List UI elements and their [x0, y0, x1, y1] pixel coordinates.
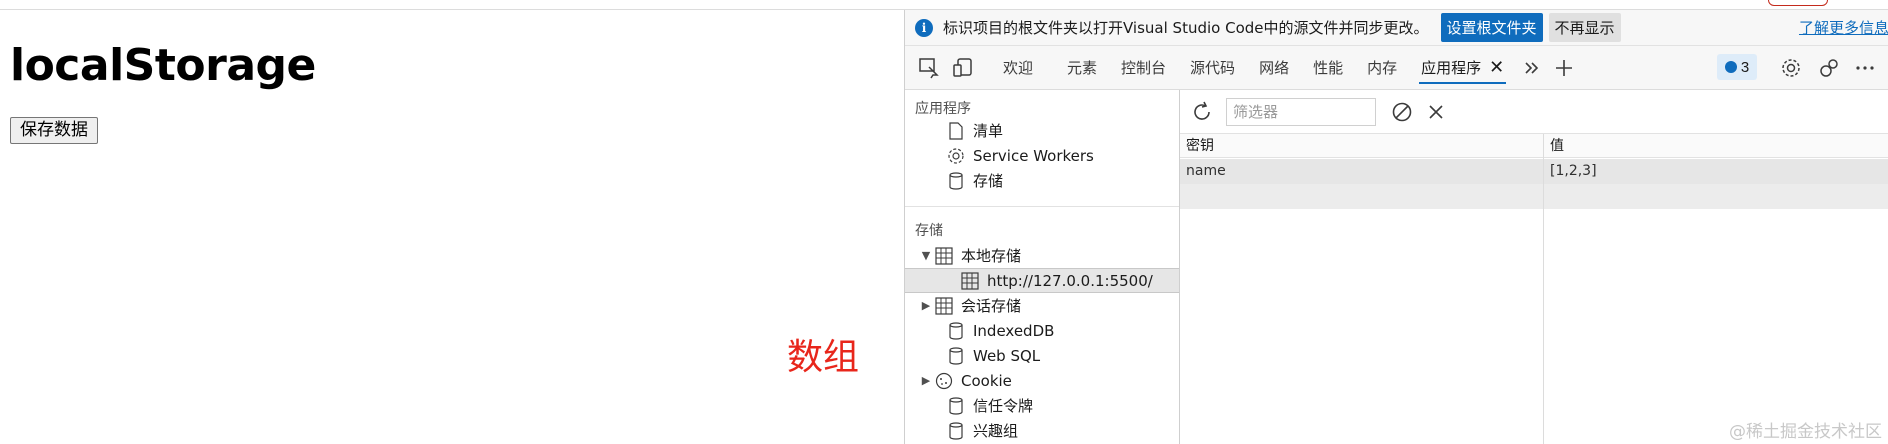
issues-badge[interactable]: 3: [1717, 54, 1757, 80]
refresh-icon[interactable]: [1190, 100, 1214, 124]
database-icon: [945, 321, 967, 341]
sidebar-item-label: 会话存储: [961, 297, 1022, 315]
table-icon: [933, 296, 955, 316]
sidebar-divider: [905, 206, 1179, 207]
sidebar-item-label: 清单: [973, 122, 1004, 140]
sidebar-item-label: Web SQL: [973, 346, 1041, 365]
close-tab-icon[interactable]: ✕: [1489, 57, 1504, 78]
dont-show-again-button[interactable]: 不再显示: [1548, 13, 1621, 42]
sidebar-item-trust-tokens[interactable]: 信任令牌: [905, 393, 1179, 418]
tab-network[interactable]: 网络: [1247, 46, 1301, 90]
collapsed-triangle-icon[interactable]: ▶: [919, 374, 933, 387]
storage-panel: 筛选器 密钥 值 name [1,2,3]: [1180, 90, 1888, 444]
infobar: i 标识项目的根文件夹以打开Visual Studio Code中的源文件并同步…: [905, 10, 1888, 46]
database-icon: [945, 346, 967, 366]
column-divider[interactable]: [1543, 134, 1544, 444]
tab-application-label: 应用程序: [1421, 59, 1482, 77]
table-row[interactable]: name [1,2,3]: [1180, 159, 1888, 184]
table-row-empty[interactable]: [1180, 184, 1888, 209]
save-data-button[interactable]: 保存数据: [10, 117, 98, 144]
browser-top-button[interactable]: [1768, 0, 1828, 6]
add-tab-icon[interactable]: [1550, 54, 1578, 82]
info-icon: i: [915, 18, 933, 37]
file-icon: [945, 121, 967, 141]
database-icon: [945, 421, 967, 441]
table-cell-value[interactable]: [1,2,3]: [1544, 159, 1888, 184]
sidebar-item-label: 本地存储: [961, 247, 1022, 265]
sidebar-item-label: http://127.0.0.1:5500/: [987, 271, 1153, 290]
issues-icon: [1724, 61, 1737, 73]
page-title: localStorage: [10, 40, 316, 91]
tab-memory[interactable]: 内存: [1355, 46, 1409, 90]
learn-more-link[interactable]: 了解更多信息: [1799, 17, 1888, 38]
sidebar-item-label: IndexedDB: [973, 321, 1055, 340]
storage-toolbar: 筛选器: [1180, 90, 1888, 134]
storage-table: 密钥 值 name [1,2,3]: [1180, 134, 1888, 444]
database-icon: [945, 171, 967, 191]
customize-icon[interactable]: [1815, 54, 1843, 82]
sidebar-item-local-storage[interactable]: ▼ 本地存储: [905, 243, 1179, 268]
sidebar-item-label: Cookie: [961, 371, 1012, 390]
sidebar-item-interest-groups[interactable]: 兴趣组: [905, 418, 1179, 443]
sidebar-item-indexeddb[interactable]: IndexedDB: [905, 318, 1179, 343]
sidebar-item-cookie[interactable]: ▶ Cookie: [905, 368, 1179, 393]
annotation-label: 数组: [787, 337, 860, 378]
gear-icon: [945, 146, 967, 166]
issues-count: 3: [1740, 58, 1750, 76]
tab-console[interactable]: 控制台: [1109, 46, 1178, 90]
database-icon: [945, 396, 967, 416]
cookie-icon: [933, 371, 955, 391]
tab-application[interactable]: 应用程序 ✕: [1409, 46, 1516, 90]
sidebar-item-service-workers[interactable]: Service Workers: [905, 143, 1179, 168]
column-header-key[interactable]: 密钥: [1180, 134, 1543, 158]
device-emulation-icon[interactable]: [949, 54, 977, 82]
sidebar-item-label: 信任令牌: [973, 397, 1034, 415]
more-options-icon[interactable]: [1851, 54, 1879, 82]
app-section-title: 应用程序: [915, 101, 971, 117]
watermark: @稀土掘金技术社区: [1729, 422, 1882, 442]
sidebar-item-local-origin[interactable]: http://127.0.0.1:5500/: [905, 268, 1179, 293]
column-header-value[interactable]: 值: [1544, 134, 1888, 158]
more-tabs-icon[interactable]: [1518, 54, 1546, 82]
sidebar-item-storage[interactable]: 存储: [905, 168, 1179, 193]
sidebar-item-label: Service Workers: [973, 146, 1094, 165]
sidebar-item-websql[interactable]: Web SQL: [905, 343, 1179, 368]
tab-sources[interactable]: 源代码: [1178, 46, 1247, 90]
sidebar-item-session-storage[interactable]: ▶ 会话存储: [905, 293, 1179, 318]
collapsed-triangle-icon[interactable]: ▶: [919, 299, 933, 312]
table-icon: [959, 271, 981, 291]
clear-all-icon[interactable]: [1390, 100, 1414, 124]
filter-input[interactable]: 筛选器: [1226, 98, 1376, 126]
table-cell-key[interactable]: name: [1180, 159, 1543, 184]
infobar-message: 标识项目的根文件夹以打开Visual Studio Code中的源文件并同步更改…: [943, 19, 1429, 37]
devtools-panel: i 标识项目的根文件夹以打开Visual Studio Code中的源文件并同步…: [904, 10, 1888, 444]
table-icon: [933, 246, 955, 266]
storage-section-title: 存储: [915, 223, 943, 239]
tab-performance[interactable]: 性能: [1301, 46, 1355, 90]
application-sidebar: 应用程序 清单 Service Workers 存储 存储 ▼ 本地存储 htt…: [905, 90, 1180, 444]
expanded-triangle-icon[interactable]: ▼: [919, 249, 933, 262]
sidebar-item-label: 存储: [973, 172, 1004, 190]
browser-top-strip: [0, 0, 1888, 10]
inspect-element-icon[interactable]: [915, 54, 943, 82]
devtools-tab-bar: 欢迎 元素 控制台 源代码 网络 性能 内存 应用程序 ✕ 3: [905, 46, 1888, 90]
delete-selected-icon[interactable]: [1424, 100, 1448, 124]
sidebar-item-label: 兴趣组: [973, 422, 1019, 440]
settings-gear-icon[interactable]: [1777, 54, 1805, 82]
tab-elements[interactable]: 元素: [1055, 46, 1109, 90]
tab-welcome[interactable]: 欢迎: [991, 46, 1045, 90]
web-page: localStorage 保存数据 数组: [0, 10, 904, 444]
sidebar-item-manifest[interactable]: 清单: [905, 118, 1179, 143]
set-root-folder-button[interactable]: 设置根文件夹: [1440, 13, 1543, 42]
